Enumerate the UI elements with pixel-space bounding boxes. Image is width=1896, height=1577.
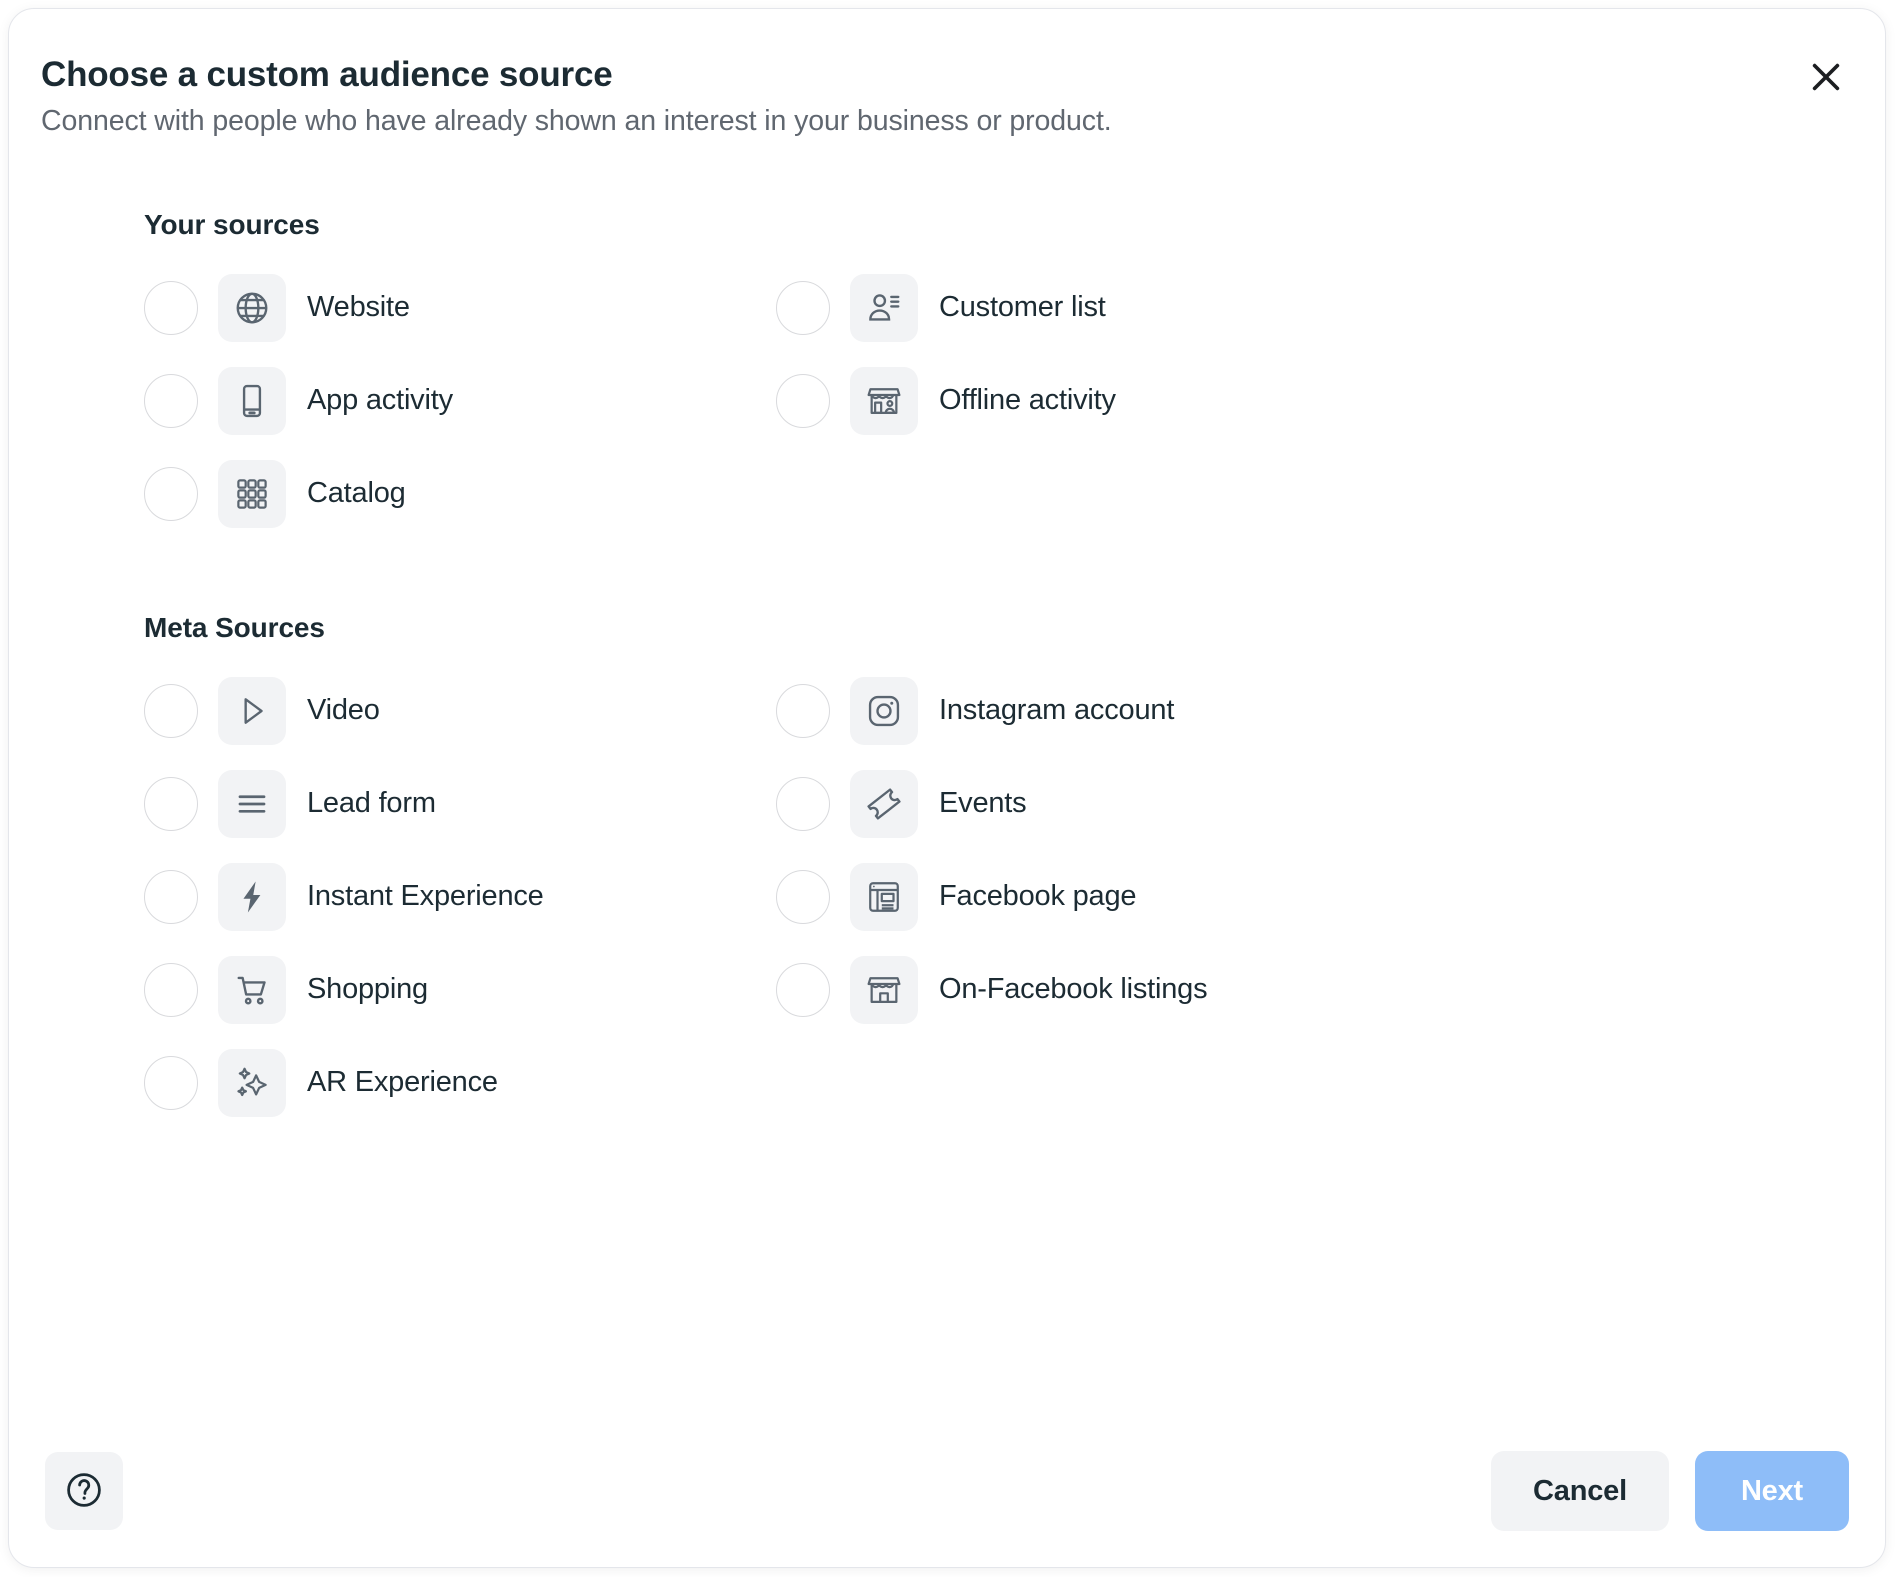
option-label-video: Video — [307, 694, 380, 726]
option-label-website: Website — [307, 291, 410, 323]
page-layout-icon — [850, 862, 918, 931]
dialog-title: Choose a custom audience source — [41, 55, 613, 94]
grid-spacer — [771, 447, 1853, 540]
radio-lead-form[interactable] — [144, 776, 198, 831]
option-label-ar-experience: AR Experience — [307, 1066, 498, 1098]
radio-offline-activity[interactable] — [776, 373, 830, 428]
globe-icon — [218, 273, 286, 342]
close-icon — [1805, 56, 1847, 101]
lines-form-icon — [218, 769, 286, 838]
option-label-offline-activity: Offline activity — [939, 384, 1116, 416]
lightning-bolt-icon — [218, 862, 286, 931]
mobile-phone-icon — [218, 366, 286, 435]
option-catalog[interactable]: Catalog — [139, 447, 771, 540]
radio-on-facebook-listings[interactable] — [776, 962, 830, 1017]
custom-audience-source-dialog: Choose a custom audience source Connect … — [8, 8, 1886, 1568]
grid-icon — [218, 459, 286, 528]
screen: Choose a custom audience source Connect … — [0, 0, 1896, 1577]
radio-website[interactable] — [144, 280, 198, 335]
storefront-icon — [850, 955, 918, 1024]
shopping-cart-icon — [218, 955, 286, 1024]
radio-shopping[interactable] — [144, 962, 198, 1017]
cancel-button[interactable]: Cancel — [1491, 1451, 1669, 1531]
option-customer-list[interactable]: Customer list — [771, 261, 1853, 354]
option-facebook-page[interactable]: Facebook page — [771, 850, 1853, 943]
close-button[interactable] — [1795, 47, 1857, 109]
dialog-footer: Cancel Next — [9, 1415, 1885, 1567]
option-label-shopping: Shopping — [307, 973, 428, 1005]
section-title-meta-sources: Meta Sources — [144, 612, 325, 643]
radio-instagram-account[interactable] — [776, 683, 830, 738]
dialog-subtitle: Connect with people who have already sho… — [41, 105, 1112, 138]
option-label-lead-form: Lead form — [307, 787, 436, 819]
radio-ar-experience[interactable] — [144, 1055, 198, 1110]
section-title-your-sources: Your sources — [144, 209, 320, 240]
next-button[interactable]: Next — [1694, 1451, 1849, 1531]
radio-catalog[interactable] — [144, 466, 198, 521]
option-lead-form[interactable]: Lead form — [139, 757, 771, 850]
meta-sources-grid: Video Instagram account Lead form Events… — [139, 664, 1853, 1129]
section-meta-sources: Meta Sources Video Instagram account Lea… — [139, 612, 1853, 1129]
instagram-icon — [850, 676, 918, 745]
option-video[interactable]: Video — [139, 664, 771, 757]
option-instagram-account[interactable]: Instagram account — [771, 664, 1853, 757]
option-label-events: Events — [939, 787, 1027, 819]
grid-spacer — [771, 1036, 1853, 1129]
option-label-instant-experience: Instant Experience — [307, 880, 544, 912]
ticket-icon — [850, 769, 918, 838]
storefront-person-icon — [850, 366, 918, 435]
option-label-app-activity: App activity — [307, 384, 453, 416]
radio-instant-experience[interactable] — [144, 869, 198, 924]
option-website[interactable]: Website — [139, 261, 771, 354]
option-label-on-facebook-listings: On-Facebook listings — [939, 973, 1208, 1005]
option-instant-experience[interactable]: Instant Experience — [139, 850, 771, 943]
option-on-facebook-listings[interactable]: On-Facebook listings — [771, 943, 1853, 1036]
radio-customer-list[interactable] — [776, 280, 830, 335]
radio-video[interactable] — [144, 683, 198, 738]
dialog-body: Your sources Website Customer list App a… — [9, 209, 1885, 1129]
radio-facebook-page[interactable] — [776, 869, 830, 924]
help-button[interactable] — [45, 1452, 123, 1530]
footer-actions: Cancel Next — [1491, 1451, 1849, 1531]
option-label-facebook-page: Facebook page — [939, 880, 1137, 912]
option-label-instagram-account: Instagram account — [939, 694, 1175, 726]
option-offline-activity[interactable]: Offline activity — [771, 354, 1853, 447]
radio-events[interactable] — [776, 776, 830, 831]
option-shopping[interactable]: Shopping — [139, 943, 771, 1036]
dialog-header: Choose a custom audience source Connect … — [9, 9, 1885, 140]
radio-app-activity[interactable] — [144, 373, 198, 428]
option-app-activity[interactable]: App activity — [139, 354, 771, 447]
section-your-sources: Your sources Website Customer list App a… — [139, 209, 1853, 540]
sparkles-icon — [218, 1048, 286, 1117]
option-ar-experience[interactable]: AR Experience — [139, 1036, 771, 1129]
question-mark-circle-icon — [62, 1468, 106, 1515]
option-events[interactable]: Events — [771, 757, 1853, 850]
play-triangle-icon — [218, 676, 286, 745]
option-label-customer-list: Customer list — [939, 291, 1106, 323]
your-sources-grid: Website Customer list App activity Offli… — [139, 261, 1853, 540]
person-list-icon — [850, 273, 918, 342]
option-label-catalog: Catalog — [307, 477, 406, 509]
